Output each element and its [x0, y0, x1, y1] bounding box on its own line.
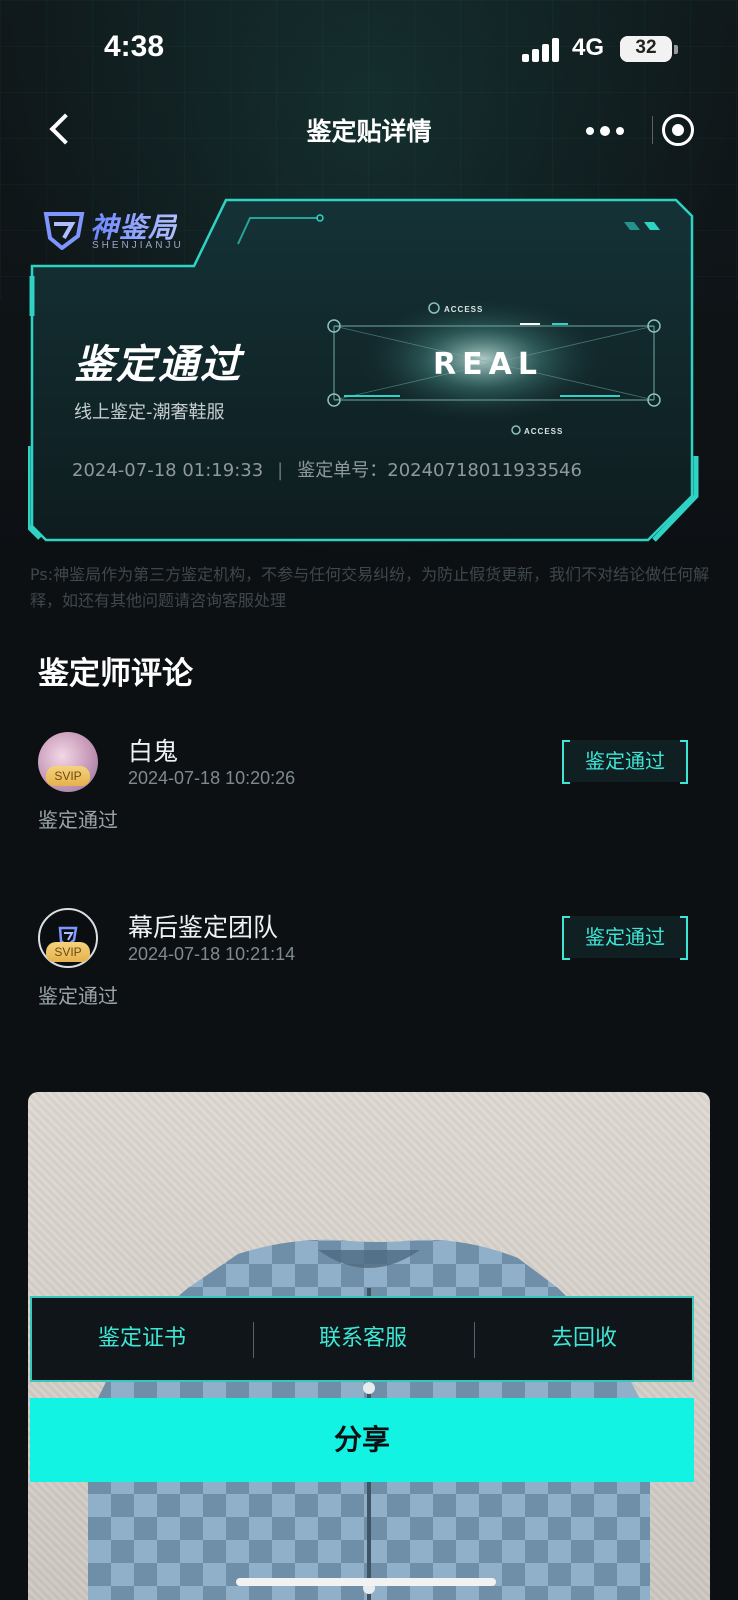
result-status: 鉴定通过: [74, 342, 242, 388]
network-type: 4G: [572, 34, 605, 61]
status-bar: 4:38 4G 32: [0, 0, 738, 100]
appraiser-name: 白鬼: [128, 737, 179, 766]
real-badge-graphic: REAL ACCESS ACCESS: [327, 296, 661, 436]
navigation-bar: 鉴定贴详情: [0, 100, 738, 160]
comment-item: SVIP 幕后鉴定团队 2024-07-18 10:21:14 鉴定通过 鉴定通…: [38, 908, 704, 1018]
svip-badge: SVIP: [46, 766, 90, 786]
battery-icon: 32: [620, 36, 672, 62]
comment-time: 2024-07-18 10:20:26: [128, 768, 296, 788]
close-mini-program-icon[interactable]: [662, 114, 694, 146]
status-badge: 鉴定通过: [562, 740, 688, 784]
comment-item: SVIP 白鬼 2024-07-18 10:20:26 鉴定通过 鉴定通过: [38, 732, 704, 842]
logo-subtext: SHENJIANJU: [92, 240, 184, 251]
status-time: 4:38: [104, 30, 165, 63]
appraiser-name: 幕后鉴定团队: [128, 913, 279, 942]
status-badge: 鉴定通过: [562, 916, 688, 960]
disclaimer-text: Ps:神鉴局作为第三方鉴定机构，不参与任何交易纠纷，为防止假货更新，我们不对结论…: [30, 565, 710, 610]
certificate-button[interactable]: 鉴定证书: [32, 1298, 252, 1380]
svip-badge: SVIP: [46, 942, 90, 962]
real-text: REAL: [433, 347, 543, 382]
access-label-top: ACCESS: [444, 305, 483, 314]
result-category: 线上鉴定-潮奢鞋服: [74, 402, 225, 423]
comment-text: 鉴定通过: [38, 984, 118, 1008]
mini-program-capsule: [586, 106, 706, 154]
more-options-icon[interactable]: [586, 106, 636, 154]
comment-text: 鉴定通过: [38, 808, 118, 832]
shenjianju-logo: 神鉴局 SHENJIANJU: [42, 202, 212, 258]
battery-level: 32: [635, 37, 657, 58]
order-number: 20240718011933546: [387, 460, 582, 481]
real-badge: REAL ACCESS ACCESS: [324, 296, 664, 460]
shield-logo-icon: [43, 212, 85, 250]
home-indicator[interactable]: [236, 1578, 496, 1586]
result-card: 神鉴局 SHENJIANJU 鉴定通过 线上鉴定-潮奢鞋服 2024-07-18…: [28, 196, 710, 552]
contact-service-button[interactable]: 联系客服: [253, 1298, 473, 1380]
cellular-signal-icon: [522, 38, 562, 62]
battery-cap: [674, 45, 678, 54]
action-bar: 鉴定证书 联系客服 去回收: [30, 1296, 694, 1382]
result-datetime: 2024-07-18 01:19:33: [72, 460, 264, 481]
recycle-button[interactable]: 去回收: [474, 1298, 694, 1380]
order-number-label: 鉴定单号：: [297, 460, 388, 481]
comments-section-title: 鉴定师评论: [38, 656, 193, 692]
share-button[interactable]: 分享: [30, 1398, 694, 1482]
comment-time: 2024-07-18 10:21:14: [128, 944, 296, 964]
access-label-bottom: ACCESS: [524, 427, 563, 436]
